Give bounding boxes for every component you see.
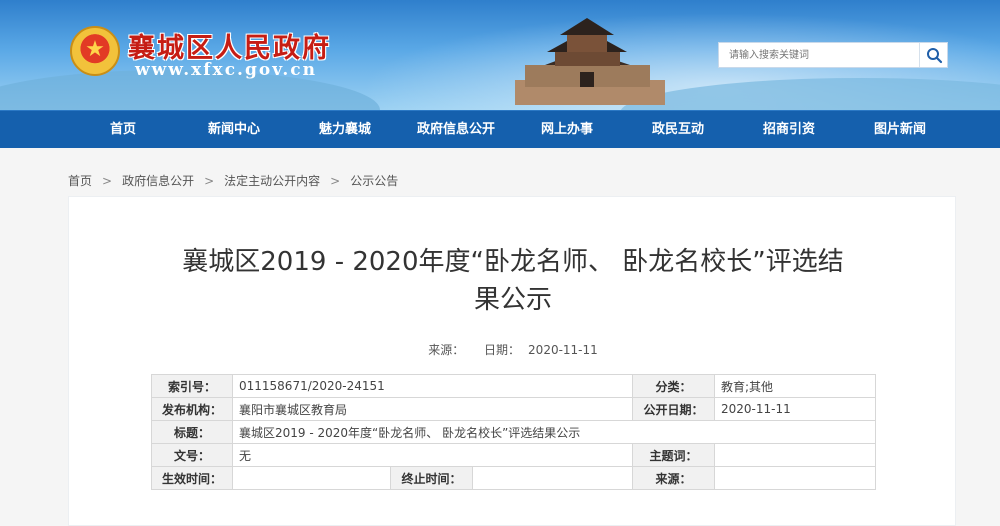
effective-value [232, 466, 391, 490]
table-row: 发布机构： 襄阳市襄城区教育局 公开日期： 2020-11-11 [151, 397, 876, 421]
breadcrumb-gov-info[interactable]: 政府信息公开 [122, 174, 194, 188]
breadcrumb-separator: > [330, 174, 341, 188]
national-emblem-icon [70, 26, 120, 76]
info-table: 索引号： 011158671/2020-24151 分类： 教育;其他 发布机构… [151, 374, 876, 490]
keyword-label: 主题词： [632, 443, 715, 467]
search-button[interactable] [919, 43, 947, 67]
nav-item-gov-info[interactable]: 政府信息公开 [401, 111, 511, 149]
breadcrumb-notice[interactable]: 公示公告 [350, 174, 398, 188]
publisher-value: 襄阳市襄城区教育局 [232, 397, 633, 421]
article-title-line2: 果公示 [473, 285, 552, 315]
table-row: 生效时间： 终止时间： 来源： [151, 466, 876, 490]
nav-item-investment[interactable]: 招商引资 [734, 111, 844, 149]
category-value: 教育;其他 [714, 374, 876, 398]
article-card: 襄城区2019 - 2020年度“卧龙名师、 卧龙名校长”评选结 果公示 来源：… [68, 196, 956, 526]
date-label: 日期： [484, 343, 521, 357]
title-value: 襄城区2019 - 2020年度“卧龙名师、 卧龙名校长”评选结果公示 [232, 420, 876, 444]
nav-item-charm[interactable]: 魅力襄城 [290, 111, 400, 149]
main-nav: 首页 新闻中心 魅力襄城 政府信息公开 网上办事 政民互动 招商引资 图片新闻 [0, 110, 1000, 148]
pubdate-label: 公开日期： [632, 397, 715, 421]
breadcrumb-separator: > [204, 174, 215, 188]
pubdate-value: 2020-11-11 [714, 397, 876, 421]
source-label: 来源： [428, 343, 465, 357]
index-value: 011158671/2020-24151 [232, 374, 633, 398]
publisher-label: 发布机构： [151, 397, 233, 421]
nav-item-online-service[interactable]: 网上办事 [512, 111, 622, 149]
site-url: www.xfxc.gov.cn [135, 60, 317, 80]
article-title: 襄城区2019 - 2020年度“卧龙名师、 卧龙名校长”评选结 果公示 [139, 243, 887, 319]
keyword-value [714, 443, 876, 467]
docno-value: 无 [232, 443, 633, 467]
nav-item-photo-news[interactable]: 图片新闻 [845, 111, 955, 149]
city-gate-image [515, 18, 665, 105]
header-banner: 襄城区人民政府 www.xfxc.gov.cn [0, 0, 1000, 110]
search-icon [927, 48, 943, 64]
index-label: 索引号： [151, 374, 233, 398]
date-value: 2020-11-11 [528, 343, 598, 357]
docno-label: 文号： [151, 443, 233, 467]
nav-item-home[interactable]: 首页 [68, 111, 178, 149]
breadcrumb-statutory[interactable]: 法定主动公开内容 [224, 174, 320, 188]
search-box [718, 42, 948, 68]
breadcrumb-home[interactable]: 首页 [68, 174, 92, 188]
search-input[interactable] [719, 43, 919, 67]
table-source-value [714, 466, 876, 490]
category-label: 分类： [632, 374, 715, 398]
expire-label: 终止时间： [390, 466, 473, 490]
table-row: 文号： 无 主题词： [151, 443, 876, 467]
title-label: 标题： [151, 420, 233, 444]
article-title-line1: 襄城区2019 - 2020年度“卧龙名师、 卧龙名校长”评选结 [182, 247, 844, 277]
table-row: 标题： 襄城区2019 - 2020年度“卧龙名师、 卧龙名校长”评选结果公示 [151, 420, 876, 444]
breadcrumb-separator: > [102, 174, 113, 188]
nav-item-news[interactable]: 新闻中心 [179, 111, 289, 149]
effective-label: 生效时间： [151, 466, 233, 490]
table-source-label: 来源： [632, 466, 715, 490]
nav-item-interaction[interactable]: 政民互动 [623, 111, 733, 149]
article-meta: 来源： 日期： 2020-11-11 [69, 341, 957, 358]
breadcrumb: 首页 > 政府信息公开 > 法定主动公开内容 > 公示公告 [68, 172, 408, 189]
expire-value [472, 466, 633, 490]
table-row: 索引号： 011158671/2020-24151 分类： 教育;其他 [151, 374, 876, 398]
